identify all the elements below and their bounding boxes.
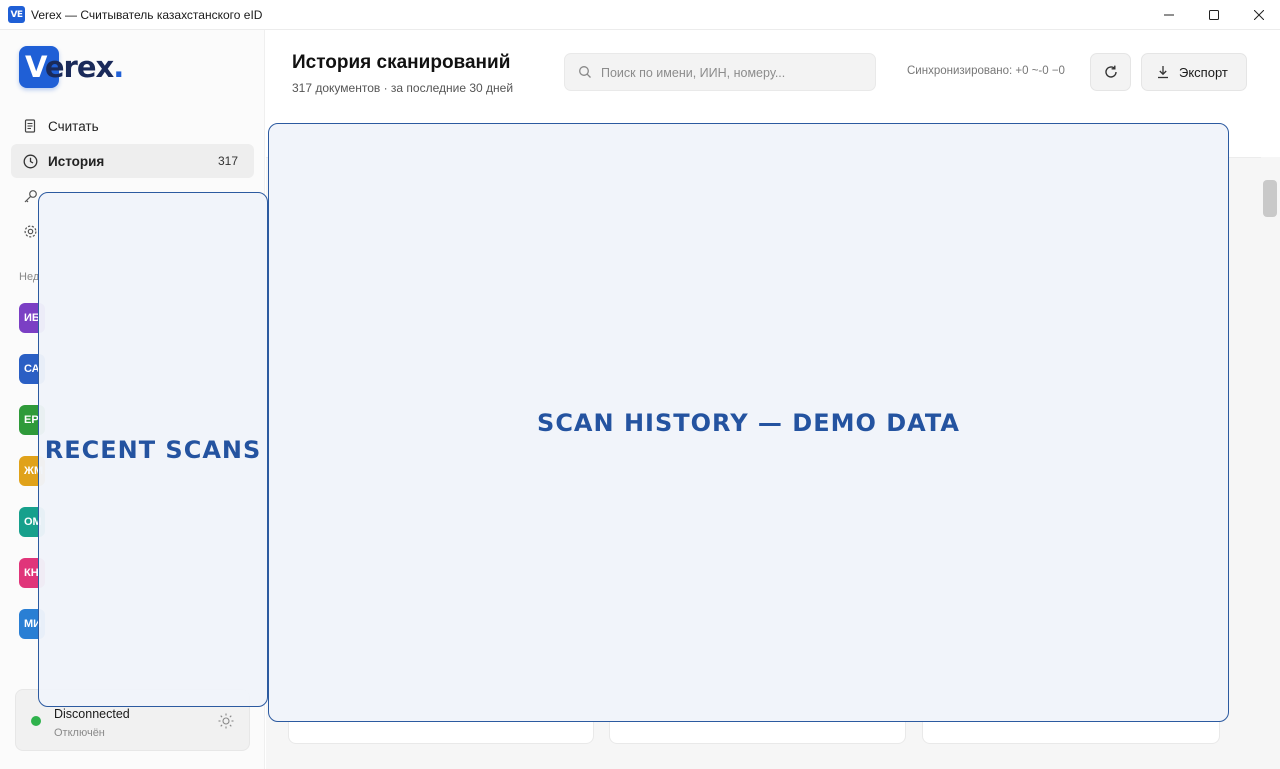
minimize-button[interactable] <box>1146 0 1192 30</box>
export-button[interactable]: Экспорт <box>1141 53 1247 91</box>
download-icon <box>1158 66 1168 79</box>
minimize-icon <box>1164 14 1174 16</box>
sidebar-item-label: История <box>48 153 105 169</box>
search-icon <box>579 66 591 78</box>
close-icon <box>1254 10 1264 20</box>
window-title: Verex — Считыватель казахстанского eID <box>31 8 263 22</box>
sync-status: Синхронизировано: +0 ~-0 −0 <box>907 65 1065 77</box>
search-input[interactable] <box>601 63 866 83</box>
gear-icon <box>22 223 38 239</box>
status-dot <box>31 716 41 726</box>
maximize-icon <box>1209 10 1219 20</box>
title-bar: VE Verex — Считыватель казахстанского eI… <box>0 0 1280 30</box>
export-label: Экспорт <box>1179 65 1228 80</box>
recent-scans-placeholder: RECENT SCANS <box>38 192 268 707</box>
recent-section-label: Нед <box>19 271 40 283</box>
scrollbar-thumb[interactable] <box>1263 180 1277 217</box>
refresh-icon <box>1104 65 1117 78</box>
verex-logo: Verex. <box>19 46 125 88</box>
maximize-button[interactable] <box>1191 0 1237 30</box>
sidebar-item-history[interactable]: История 317 <box>11 144 254 178</box>
close-button[interactable] <box>1236 0 1280 30</box>
scan-history-placeholder: SCAN HISTORY — DEMO DATA <box>268 123 1229 722</box>
sun-icon <box>218 713 234 729</box>
history-count-badge: 317 <box>217 154 238 168</box>
clock-icon <box>22 153 38 169</box>
refresh-button[interactable] <box>1090 53 1131 91</box>
logo-wordmark: erex <box>44 50 114 84</box>
search-box[interactable] <box>564 53 876 91</box>
status-subtitle: Отключён <box>54 727 105 739</box>
status-title: Disconnected <box>54 707 130 721</box>
document-icon <box>22 118 38 134</box>
page-title: История сканирований <box>292 52 511 73</box>
page-subtitle: 317 документов · за последние 30 дней <box>292 81 514 95</box>
sidebar-item-label: Считать <box>48 118 99 134</box>
sidebar-item-read[interactable]: Считать <box>11 109 254 143</box>
logo-letter: V <box>25 50 46 84</box>
logo-dot: . <box>113 50 124 84</box>
scrollbar[interactable] <box>1261 157 1280 769</box>
recent-scans-label: RECENT SCANS <box>44 435 262 464</box>
theme-toggle-button[interactable] <box>217 712 235 730</box>
scan-history-label: SCAN HISTORY — DEMO DATA <box>537 408 960 437</box>
app-icon: VE <box>8 6 25 23</box>
key-icon <box>22 188 38 204</box>
